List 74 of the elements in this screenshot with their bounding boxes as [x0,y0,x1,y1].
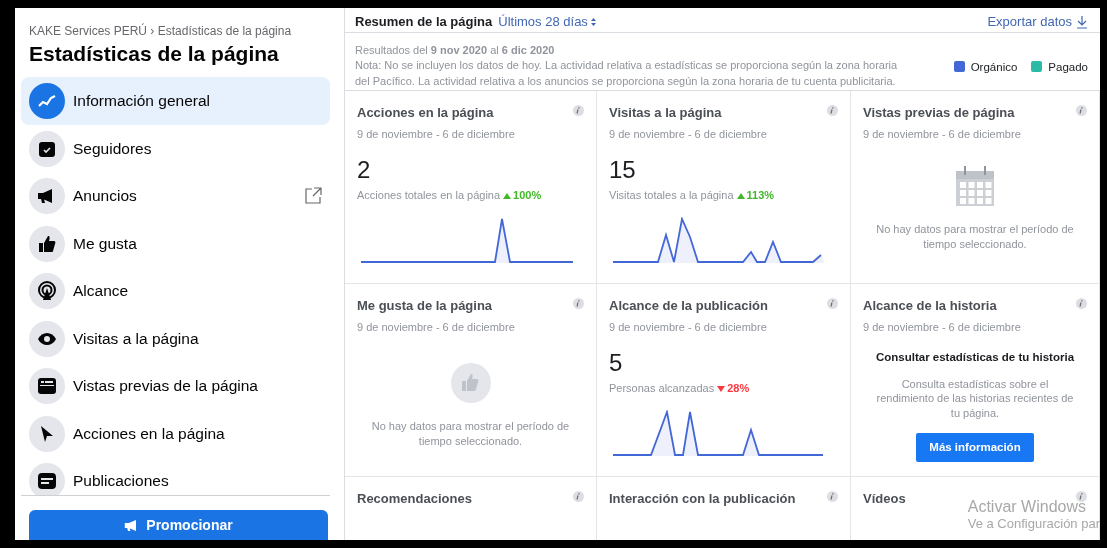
info-icon[interactable] [573,298,584,310]
section-title: Resumen de la página [355,13,493,31]
browser-window-icon [29,368,65,405]
story-heading: Consultar estadísticas de tu historia [874,350,1076,366]
metric-value: 2 [357,156,372,186]
card-title: Vistas previas de página [863,104,1015,123]
download-icon [1076,14,1088,29]
story-description: Consulta estadísticas sobre el rendimiento de las historias recientes de tu página. [875,376,1075,422]
sidebar-item[interactable]: Acciones en la página [21,409,330,458]
export-link[interactable]: Exportar datos [987,12,1088,32]
info-icon[interactable] [827,491,838,503]
megaphone-icon [29,178,65,215]
up-triangle-icon [736,193,745,200]
sidebar-item[interactable]: Seguidores [21,124,330,173]
thumbs-up-icon [29,225,65,262]
card-title: Visitas a la página [609,104,722,123]
trend-change: 28% [717,382,750,395]
note-text: Nota: No se incluyen los datos de hoy. La actividad relativa a estadísticas se proporciona según la zona horaria del Pacífico. La actividad relativa a los anuncios se proporciona según la zona horaria de tu cuenta publicitaria. [355,58,899,90]
cursor-icon [29,415,65,452]
sidebar-item[interactable]: Visitas a la página [21,314,330,363]
sidebar-item[interactable]: Me gusta [21,219,330,268]
date-range: 9 de noviembre - 6 de diciembre [357,126,516,142]
info-icon[interactable] [573,105,584,117]
results-range: Resultados del 9 nov 2020 al 6 dic 2020 [355,42,556,58]
info-icon[interactable] [1076,298,1087,310]
activation-title: Activar Windows [967,497,1087,517]
date-range: 9 de noviembre - 6 de diciembre [609,319,768,335]
sidebar-item[interactable]: Anuncios [21,172,330,220]
empty-message: No hay datos para mostrar el período de tiempo seleccionado. [875,222,1075,252]
calendar-check-icon [29,130,65,167]
card-title: Interacción con la publicación [609,490,796,509]
date-range: 9 de noviembre - 6 de diciembre [609,126,768,142]
sidebar-item[interactable]: Alcance [21,267,330,315]
legend-item: Pagado [1031,58,1088,91]
eye-icon [29,320,65,357]
info-icon[interactable] [1076,105,1087,117]
metric-value: 5 [609,349,624,379]
post-icon [29,463,65,495]
trend-change: 100% [503,189,542,202]
promote-button[interactable]: Promocionar [29,510,328,540]
calendar-icon [956,166,994,207]
card-title: Alcance de la historia [863,297,997,316]
thumbs-up-icon [450,363,491,404]
page-title: Estadísticas de la página [28,41,280,67]
sidebar-item[interactable]: Información general [21,77,330,125]
card-title: Vídeos [863,490,906,509]
trend-change: 113% [736,189,775,202]
info-icon[interactable] [573,491,584,503]
card-title: Acciones en la página [357,104,494,123]
metric-caption: Personas alcanzadas 28% [609,381,751,397]
card-title: Me gusta de la página [357,297,493,316]
metric-caption: Visitas totales a la página 113% [609,188,776,204]
info-icon[interactable] [827,105,838,117]
breadcrumb[interactable]: KAKE Services PERÚ › Estadísticas de la página [21,8,336,40]
down-triangle-icon [717,386,726,393]
card-title: Recomendaciones [357,490,472,509]
date-range: 9 de noviembre - 6 de diciembre [357,319,516,335]
period-dropdown[interactable]: Últimos 28 días [498,12,596,32]
sort-icon [590,17,596,26]
broadcast-icon [29,273,65,310]
empty-message: No hay datos para mostrar el período de tiempo seleccionado. [370,419,571,449]
sidebar-item[interactable]: Vistas previas de la página [21,362,330,410]
trend-icon [29,83,65,120]
activation-text: Ve a Configuración par [967,516,1100,532]
metric-value: 15 [609,156,637,186]
date-range: 9 de noviembre - 6 de diciembre [863,319,1022,335]
sidebar-item[interactable]: Publicaciones [21,457,330,495]
date-range: 9 de noviembre - 6 de diciembre [863,126,1022,142]
up-triangle-icon [503,193,512,200]
legend-item: Orgánico [953,58,1018,91]
metric-caption: Acciones totales en la página 100% [357,188,543,204]
card-title: Alcance de la publicación [609,297,768,316]
info-icon[interactable] [827,298,838,310]
more-info-button[interactable]: Más información [916,433,1034,463]
